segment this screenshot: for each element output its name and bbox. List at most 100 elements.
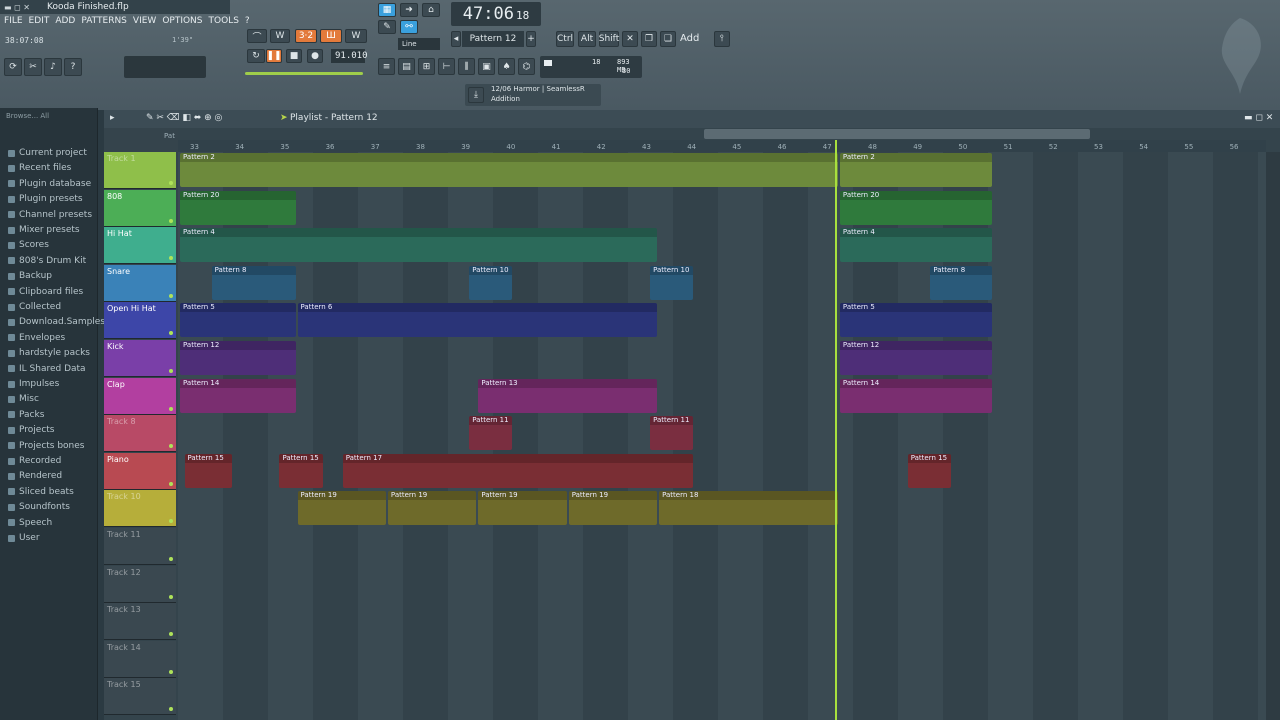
- pattern-clip[interactable]: Pattern 5: [839, 303, 992, 338]
- tempo-icon[interactable]: ♠: [498, 58, 515, 75]
- shortcut-ctrl[interactable]: Ctrl: [556, 31, 574, 47]
- record-button[interactable]: ●: [307, 49, 323, 63]
- pattern-clip[interactable]: Pattern 10: [469, 265, 513, 300]
- track-header[interactable]: Track 15: [104, 678, 176, 716]
- track-header[interactable]: Track 11: [104, 528, 176, 565]
- browser-item[interactable]: Clipboard files: [8, 285, 83, 299]
- track-header[interactable]: Track 10: [104, 490, 176, 528]
- track-header[interactable]: Kick: [104, 340, 176, 377]
- snap-select[interactable]: Line: [398, 38, 440, 50]
- pattern-clip[interactable]: Pattern 8: [930, 265, 992, 300]
- mixer-icon[interactable]: ⫼: [458, 58, 475, 75]
- browser-icon[interactable]: ⊢: [438, 58, 455, 75]
- pattern-clip[interactable]: Pattern 20: [180, 190, 296, 225]
- menu-view[interactable]: VIEW: [133, 16, 156, 30]
- track-led-icon[interactable]: [169, 632, 173, 637]
- menu-patterns[interactable]: PATTERNS: [81, 16, 127, 30]
- pattern-clip[interactable]: Pattern 14: [839, 378, 992, 413]
- browser-item[interactable]: Channel presets: [8, 208, 92, 222]
- window-controls[interactable]: ▬ ◻ ✕: [4, 3, 30, 12]
- pattern-clip[interactable]: Pattern 19: [478, 491, 567, 526]
- pattern-clip[interactable]: Pattern 19: [568, 491, 658, 526]
- pattern-selector[interactable]: Pattern 12: [462, 31, 524, 47]
- cut-icon[interactable]: ✕: [622, 31, 638, 47]
- pattern-clip[interactable]: Pattern 19: [297, 491, 386, 526]
- track-led-icon[interactable]: [169, 669, 173, 674]
- browser-item[interactable]: Impulses: [8, 377, 59, 391]
- track-led-icon[interactable]: [169, 218, 173, 223]
- tempo-display[interactable]: 91.010: [331, 49, 368, 63]
- playlist-window-controls[interactable]: ▬ ◻ ✕: [1244, 113, 1273, 123]
- pattern-clip[interactable]: Pattern 15: [279, 453, 323, 488]
- pattern-clip[interactable]: Pattern 18: [659, 491, 838, 526]
- pattern-clip[interactable]: Pattern 20: [839, 190, 992, 225]
- pattern-clip[interactable]: Pattern 11: [469, 416, 513, 451]
- browser-item[interactable]: Current project: [8, 146, 87, 160]
- pattern-clip[interactable]: Pattern 14: [180, 378, 296, 413]
- track-led-icon[interactable]: [169, 594, 173, 599]
- track-header[interactable]: Track 13: [104, 603, 176, 641]
- track-led-icon[interactable]: [169, 481, 173, 486]
- pattern-clip[interactable]: Pattern 15: [907, 453, 951, 488]
- pause-button[interactable]: ❚❚: [266, 49, 282, 63]
- browser-item[interactable]: Misc: [8, 392, 39, 406]
- browser-item[interactable]: Download.Samples: [8, 315, 105, 329]
- browser-item[interactable]: Mixer presets: [8, 223, 80, 237]
- browser-item[interactable]: Plugin database: [8, 177, 91, 191]
- track-header[interactable]: Clap: [104, 377, 176, 415]
- browser-item[interactable]: Scores: [8, 238, 49, 252]
- wait-record-icon[interactable]: W: [270, 29, 290, 43]
- browser-item[interactable]: Backup: [8, 269, 52, 283]
- pattern-clip[interactable]: Pattern 17: [342, 453, 694, 488]
- pattern-clip[interactable]: Pattern 5: [180, 303, 296, 338]
- track-header[interactable]: Track 1: [104, 152, 176, 189]
- browser-item[interactable]: Envelopes: [8, 331, 65, 345]
- paste-icon[interactable]: ❏: [660, 31, 676, 47]
- menu-options[interactable]: OPTIONS: [162, 16, 202, 30]
- browser-item[interactable]: Packs: [8, 408, 44, 422]
- master-volume-slider[interactable]: [245, 72, 363, 75]
- copy-icon[interactable]: ❐: [641, 31, 657, 47]
- browser-item[interactable]: Rendered: [8, 469, 62, 483]
- menu-file[interactable]: FILE: [4, 16, 23, 30]
- track-led-icon[interactable]: [169, 256, 173, 261]
- shortcut-alt[interactable]: Alt: [578, 31, 596, 47]
- pattern-clip[interactable]: Pattern 2: [180, 153, 838, 187]
- playlist-tools[interactable]: ✎ ✂ ⌫ ◧ ⬌ ⊕ ◎: [146, 113, 222, 123]
- piano-roll-icon[interactable]: ⊞: [418, 58, 435, 75]
- browser-item[interactable]: Recent files: [8, 161, 71, 175]
- browser-item[interactable]: Projects: [8, 423, 54, 437]
- track-header[interactable]: Track 14: [104, 640, 176, 678]
- pattern-clip[interactable]: Pattern 12: [180, 341, 296, 375]
- browser-item[interactable]: Plugin presets: [8, 192, 83, 206]
- pattern-clip[interactable]: Pattern 11: [650, 416, 694, 451]
- pattern-mode-button[interactable]: ▦: [378, 3, 396, 17]
- pattern-clip[interactable]: Pattern 15: [184, 453, 233, 488]
- track-header[interactable]: 808: [104, 189, 176, 227]
- pattern-clip[interactable]: Pattern 10: [650, 265, 694, 300]
- paint-icon[interactable]: ✎: [378, 20, 396, 34]
- pattern-clip[interactable]: Pattern 13: [478, 378, 658, 413]
- help-icon[interactable]: ?: [64, 58, 82, 76]
- pattern-clip[interactable]: Pattern 2: [839, 153, 992, 187]
- track-led-icon[interactable]: [169, 519, 173, 524]
- track-led-icon[interactable]: [169, 331, 173, 336]
- pattern-clip[interactable]: Pattern 4: [839, 228, 992, 263]
- browser-item[interactable]: Recorded: [8, 454, 61, 468]
- browser-item[interactable]: Soundfonts: [8, 500, 70, 514]
- track-led-icon[interactable]: [169, 707, 173, 712]
- pattern-clip[interactable]: Pattern 8: [211, 265, 296, 300]
- playlist-icon[interactable]: ≡: [378, 58, 395, 75]
- pattern-prev-icon[interactable]: ◂: [451, 31, 461, 47]
- track-led-icon[interactable]: [169, 444, 173, 449]
- browser-item[interactable]: hardstyle packs: [8, 346, 90, 360]
- microphone-icon[interactable]: ♪: [44, 58, 62, 76]
- plugin-picker-icon[interactable]: ▣: [478, 58, 495, 75]
- add-menu[interactable]: Add: [680, 31, 708, 47]
- countdown-button[interactable]: 3·2: [295, 29, 317, 43]
- horizontal-scrollbar[interactable]: [704, 129, 1090, 139]
- song-mode-icon[interactable]: ➜: [400, 3, 418, 17]
- pattern-clip[interactable]: Pattern 6: [297, 303, 658, 338]
- browser-item[interactable]: 808's Drum Kit: [8, 254, 86, 268]
- plugin-icon[interactable]: ⌬: [518, 58, 535, 75]
